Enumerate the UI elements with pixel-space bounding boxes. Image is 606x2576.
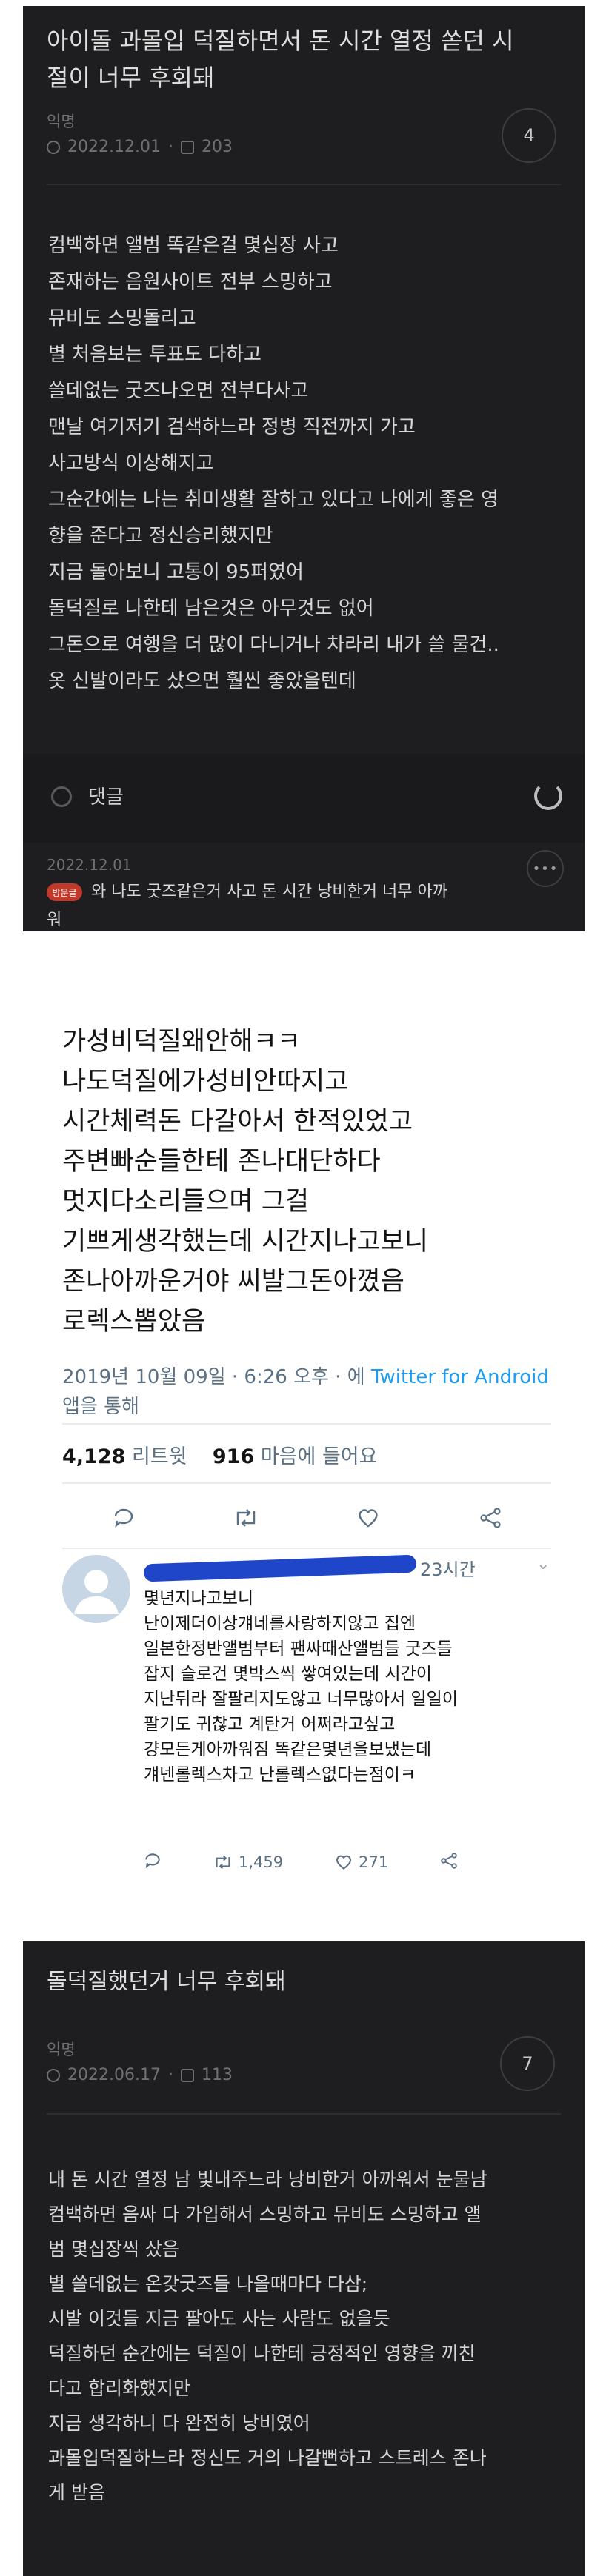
comment-count: 4	[523, 125, 535, 146]
reply-text: 와 나도 굿즈같은거 사고 돈 시간 낭비한거 너무 아까	[91, 883, 447, 901]
clock-icon	[47, 2068, 60, 2082]
divider	[62, 1482, 551, 1484]
reply-author-badge: 방문글	[47, 883, 82, 901]
comment-bar: 댓글	[23, 754, 585, 843]
reply-time: 23시간	[420, 1559, 476, 1580]
retweet-count: 4,128	[62, 1445, 126, 1468]
tweet-source-suffix: 앱을 통해	[62, 1396, 139, 1418]
divider	[47, 2113, 561, 2115]
retweet-icon[interactable]	[233, 1507, 259, 1529]
separator: ·	[167, 138, 173, 156]
separator: ·	[167, 2066, 173, 2084]
like-group[interactable]: 271	[335, 1853, 388, 1871]
post-views: 113	[201, 2066, 233, 2084]
like-count: 916	[212, 1445, 255, 1468]
share-icon[interactable]	[478, 1507, 503, 1529]
like-heart-icon[interactable]	[356, 1507, 381, 1529]
views-icon	[180, 140, 194, 154]
post-meta: 2022.06.17 · 113	[47, 2066, 233, 2084]
comment-count: 7	[522, 2053, 533, 2074]
post-card-1: 아이돌 과몰입 덕질하면서 돈 시간 열정 쏟던 시 절이 너무 후회돼 익명 …	[23, 6, 585, 931]
post-date: 2022.12.01	[67, 138, 161, 156]
post-body: 내 돈 시간 열정 남 빛내주느라 낭비한거 아까워서 눈물남 컴백하면 음싸 …	[48, 2169, 487, 2503]
avatar[interactable]	[62, 1555, 130, 1623]
tweet-body: 가성비덕질왜안해ㅋㅋ 나도덕질에가성비안따지고 시간체력돈 다갈아서 한적있었고…	[62, 1027, 429, 1336]
retweet-label[interactable]: 리트윗	[132, 1445, 187, 1468]
post-title: 돌덕질했던거 너무 후회돼	[47, 1969, 286, 1995]
comment-icon	[51, 786, 72, 807]
share-icon[interactable]	[440, 1852, 458, 1873]
divider	[62, 1423, 551, 1425]
tweet-meta: 2019년 10월 09일 · 6:26 오후 · 에 Twitter for …	[62, 1362, 551, 1422]
comment-label[interactable]: 댓글	[88, 782, 124, 809]
reply-date: 2022.12.01	[47, 856, 132, 874]
post-author: 익명	[47, 2041, 76, 2058]
post-meta: 2022.12.01 · 203	[47, 138, 233, 156]
reply-icon[interactable]	[144, 1853, 162, 1873]
tweet-stats: 4,128 리트윗 916 마음에 들어요	[62, 1440, 377, 1469]
comment-count-badge[interactable]: 4	[502, 108, 556, 163]
like-label[interactable]: 마음에 들어요	[261, 1445, 378, 1468]
redacted-username	[143, 1554, 417, 1582]
post-title: 아이돌 과몰입 덕질하면서 돈 시간 열정 쏟던 시 절이 너무 후회돼	[47, 27, 514, 92]
tweet-card: 가성비덕질왜안해ㅋㅋ 나도덕질에가성비안따지고 시간체력돈 다갈아서 한적있었고…	[39, 963, 569, 1888]
tweet-date: 2019년 10월 09일 · 6:26 오후 · 에	[62, 1366, 365, 1388]
clock-icon	[47, 140, 60, 154]
tweet-actions	[62, 1488, 551, 1548]
divider	[62, 1548, 551, 1549]
chevron-down-icon[interactable]: ⌄	[536, 1555, 550, 1573]
post-body: 컴백하면 앨범 똑같은걸 몇십장 사고 존재하는 음원사이트 전부 스밍하고 뮤…	[48, 235, 499, 692]
retweet-icon	[216, 1855, 230, 1870]
tweet-source-link[interactable]: Twitter for Android	[371, 1366, 549, 1388]
post-card-2: 돌덕질했던거 너무 후회돼 익명 2022.06.17 · 113 7 내 돈 …	[23, 1941, 585, 2576]
post-date: 2022.06.17	[67, 2066, 161, 2084]
reply-text-continued: 워	[47, 911, 62, 929]
comment-count-badge[interactable]: 7	[500, 2036, 555, 2091]
views-icon	[180, 2068, 194, 2082]
reply-icon[interactable]	[111, 1507, 136, 1529]
refresh-icon[interactable]	[534, 782, 562, 810]
post-author: 익명	[47, 113, 76, 130]
divider	[47, 184, 561, 185]
reply-retweet-count: 1,459	[239, 1853, 284, 1871]
reply-like-count: 271	[359, 1853, 389, 1871]
post-views: 203	[201, 138, 233, 156]
like-heart-icon	[336, 1855, 352, 1870]
reply-tweet-text: 몇년지나고보니 난이제더이상걔네를사랑하지않고 집엔 일본한정반앨범부터 팬싸때…	[144, 1589, 458, 1784]
reply-actions: 1,459 271	[144, 1847, 559, 1877]
retweet-group[interactable]: 1,459	[213, 1853, 283, 1871]
